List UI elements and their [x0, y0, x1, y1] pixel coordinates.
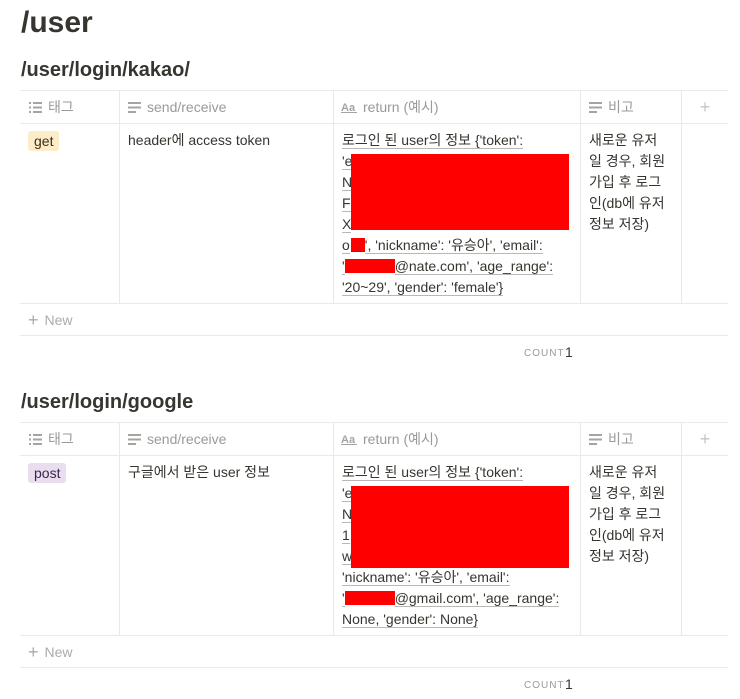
- column-header-note[interactable]: 비고: [588, 90, 634, 124]
- column-header-tag-label: 태그: [48, 431, 74, 447]
- title-aa-icon: Aa: [341, 100, 357, 114]
- column-header-note-label: 비고: [608, 431, 634, 447]
- add-column-icon[interactable]: +: [682, 422, 728, 456]
- text-lines-icon: [127, 432, 141, 446]
- text-lines-icon: [588, 432, 602, 446]
- new-row-button[interactable]: + New: [20, 304, 73, 336]
- column-header-note-label: 비고: [608, 99, 634, 115]
- text-lines-icon: [588, 100, 602, 114]
- list-icon: [28, 432, 42, 446]
- plus-icon: +: [28, 310, 39, 330]
- new-row-button[interactable]: + New: [20, 636, 73, 668]
- svg-text:Aa: Aa: [341, 434, 356, 445]
- count-value: 1: [565, 676, 573, 692]
- tag-badge-get: get: [28, 131, 60, 151]
- column-header-return-label: return (예시): [363, 431, 439, 447]
- note-cell[interactable]: 새로운 유저 일 경우, 회원 가입 후 로그 인(db에 유저 정보 저장): [589, 130, 677, 235]
- list-icon: [28, 100, 42, 114]
- count-label: COUNT: [524, 348, 565, 359]
- plus-icon: +: [28, 642, 39, 662]
- tag-cell[interactable]: get: [28, 131, 60, 152]
- column-header-return[interactable]: Aa return (예시): [341, 90, 439, 124]
- column-header-send-label: send/receive: [147, 431, 227, 447]
- column-header-send[interactable]: send/receive: [127, 90, 226, 124]
- section-title-kakao: /user/login/kakao/: [21, 59, 190, 81]
- note-cell[interactable]: 새로운 유저 일 경우, 회원 가입 후 로그 인(db에 유저 정보 저장): [589, 462, 677, 567]
- count-value: 1: [565, 344, 573, 360]
- tag-cell[interactable]: post: [28, 463, 67, 484]
- text-lines-icon: [127, 100, 141, 114]
- column-header-return-label: return (예시): [363, 99, 439, 115]
- redacted-token-block: [351, 486, 569, 568]
- column-header-send-label: send/receive: [147, 99, 227, 115]
- redacted-token-block: [351, 154, 569, 230]
- count-label: COUNT: [524, 680, 565, 691]
- send-receive-cell[interactable]: header에 access token: [128, 130, 270, 151]
- column-header-tag[interactable]: 태그: [28, 90, 74, 124]
- column-header-send[interactable]: send/receive: [127, 422, 226, 456]
- column-header-tag[interactable]: 태그: [28, 422, 74, 456]
- column-header-return[interactable]: Aa return (예시): [341, 422, 439, 456]
- section-title-google: /user/login/google: [21, 391, 194, 413]
- page-title: /user: [21, 6, 93, 39]
- column-header-note[interactable]: 비고: [588, 422, 634, 456]
- tag-badge-post: post: [28, 463, 67, 483]
- send-receive-cell[interactable]: 구글에서 받은 user 정보: [128, 462, 270, 483]
- column-header-tag-label: 태그: [48, 99, 74, 115]
- database-table-google: 태그 send/receive Aa return (예시) 비고 + post…: [20, 422, 728, 699]
- database-table-kakao: 태그 send/receive Aa return (예시) 비고 + get …: [20, 90, 728, 360]
- svg-text:Aa: Aa: [341, 102, 356, 113]
- title-aa-icon: Aa: [341, 432, 357, 446]
- add-column-icon[interactable]: +: [682, 90, 728, 124]
